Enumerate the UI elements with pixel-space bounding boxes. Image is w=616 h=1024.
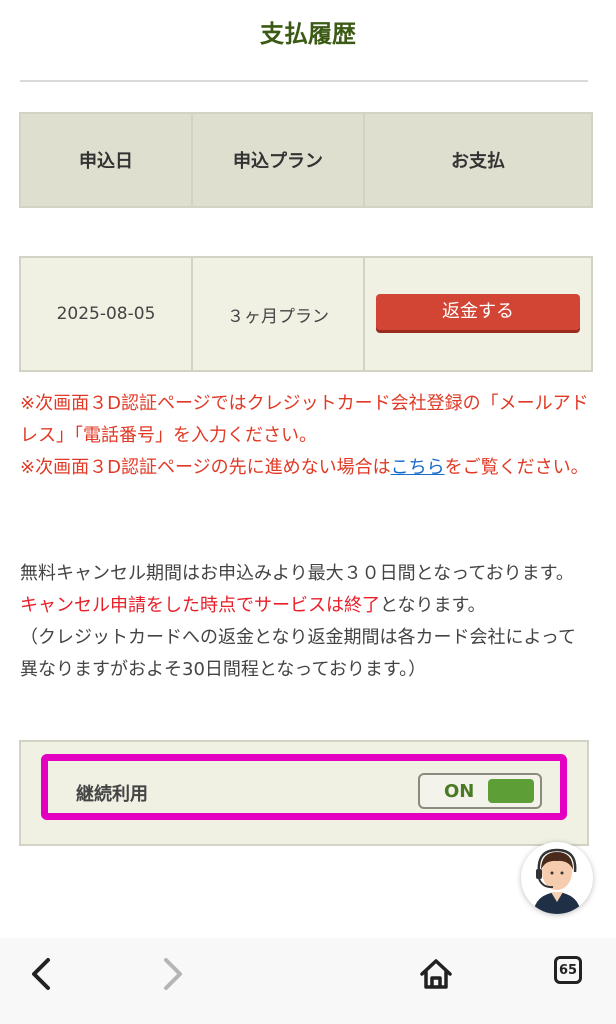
note-text-after: をご覧ください。 [444, 457, 589, 478]
support-agent-icon [533, 848, 581, 914]
header-payment: お支払 [363, 112, 593, 208]
title-divider [20, 80, 588, 82]
browser-toolbar: 65 [0, 938, 616, 1024]
home-button[interactable] [414, 952, 458, 996]
page-title: 支払履歴 [260, 20, 356, 48]
continuous-use-panel: 継続利用 ON [19, 740, 589, 846]
toggle-knob[interactable] [488, 779, 534, 803]
highlight-frame: 継続利用 ON [41, 754, 567, 820]
continuous-use-toggle[interactable]: ON [418, 773, 542, 809]
cancel-service-end-text: キャンセル申請をした時点でサービスは終了となります。 [20, 595, 486, 616]
continuous-use-label: 継続利用 [76, 784, 148, 805]
cancel-info-block: 無料キャンセル期間はお申込みより最大３０日間となっております。 キャンセル申請を… [20, 558, 592, 686]
notes-block: ※次画面３D認証ページではクレジットカード会社登録の「メールアドレス」「電話番号… [20, 388, 590, 484]
support-agent-button[interactable] [521, 842, 593, 914]
history-header-table: 申込日 申込プラン お支払 [19, 112, 593, 208]
forward-button[interactable] [150, 952, 194, 996]
note-text-before: ※次画面３D認証ページの先に進めない場合は [20, 457, 391, 478]
here-link[interactable]: こちら [391, 457, 445, 478]
header-application-date: 申込日 [19, 112, 193, 208]
chevron-right-icon [164, 958, 182, 990]
note-3d-auth: ※次画面３D認証ページではクレジットカード会社登録の「メールアドレス」「電話番号… [20, 393, 589, 446]
refund-button[interactable]: 返金する [376, 294, 580, 330]
table-row: 2025-08-05 ３ヶ月プラン 返金する [19, 256, 593, 372]
cancel-period-text: 無料キャンセル期間はお申込みより最大３０日間となっております。 [20, 563, 574, 584]
home-icon [420, 959, 452, 989]
note-cannot-proceed: ※次画面３D認証ページの先に進めない場合はこちらをご覧ください。 [20, 452, 590, 484]
toggle-state-text: ON [444, 781, 475, 802]
cell-plan: ３ヶ月プラン [191, 256, 365, 372]
tabs-icon[interactable]: 65 [554, 956, 582, 984]
history-row-table: 2025-08-05 ３ヶ月プラン 返金する [19, 256, 593, 372]
cancel-warning-red: キャンセル申請をした時点でサービスは終了 [20, 595, 380, 616]
chevron-left-icon [32, 958, 50, 990]
back-button[interactable] [20, 952, 64, 996]
cell-payment: 返金する [363, 256, 593, 372]
refund-period-text: （クレジットカードへの返金となり返金期間は各カード会社によって異なりますがおよそ… [20, 627, 577, 680]
cell-date: 2025-08-05 [19, 256, 193, 372]
header-application-plan: 申込プラン [191, 112, 365, 208]
